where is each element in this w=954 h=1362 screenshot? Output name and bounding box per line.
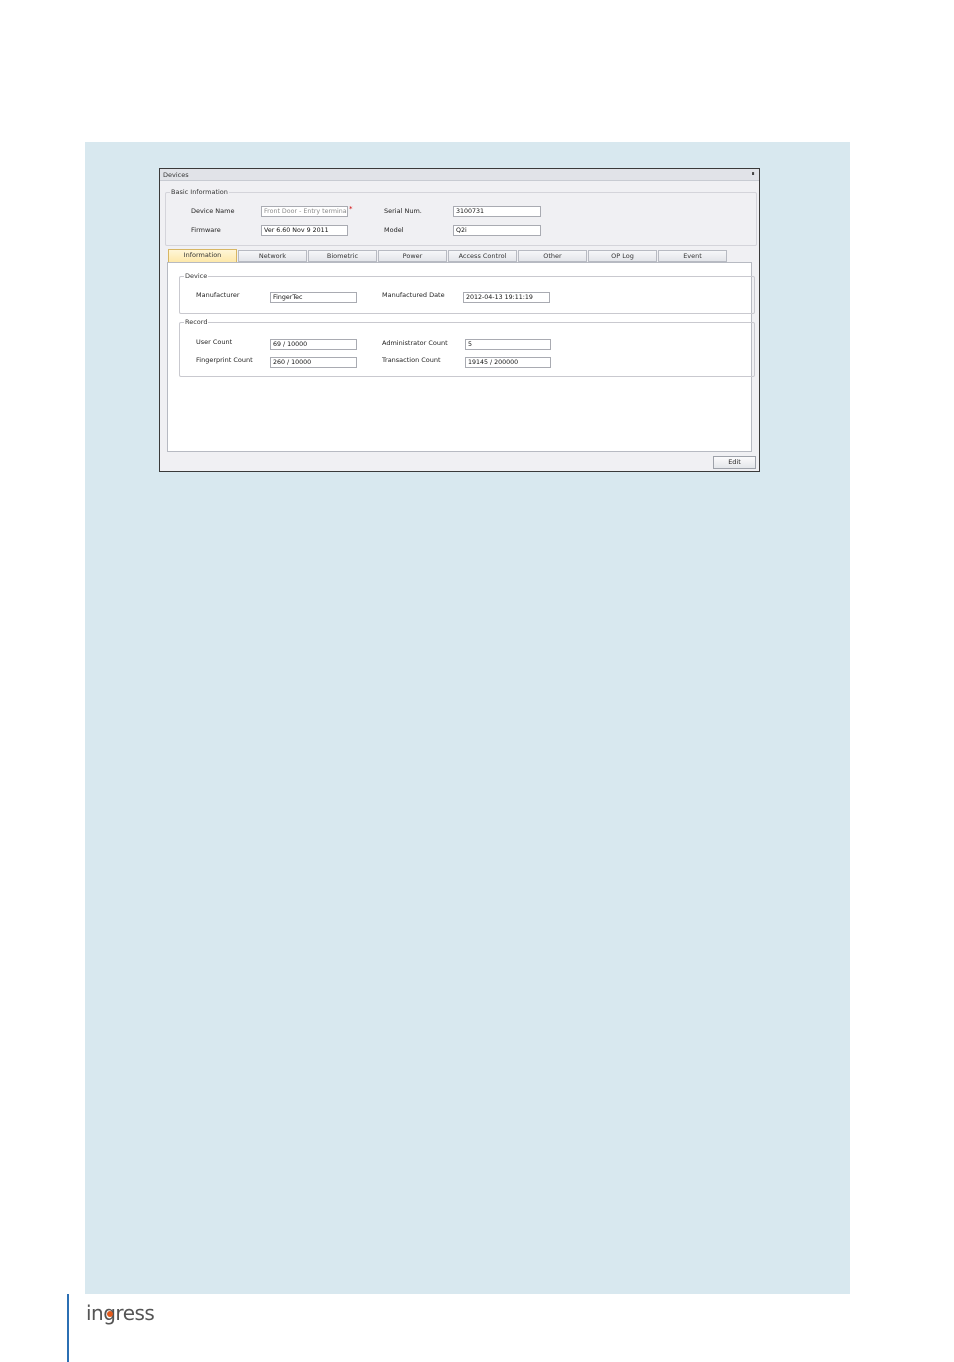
bottom-bar: Edit <box>160 453 759 472</box>
window-title: Devices <box>163 171 189 179</box>
tab-network[interactable]: Network <box>238 250 307 262</box>
ingress-logo: ingress <box>86 1301 155 1325</box>
tab-content-information: Device Manufacturer FingerTec Manufactur… <box>167 262 755 452</box>
firmware-field[interactable]: Ver 6.60 Nov 9 2011 <box>261 225 348 236</box>
device-name-field[interactable]: Front Door - Entry terminal <box>261 206 348 217</box>
administrator-count-label: Administrator Count <box>382 339 448 347</box>
tab-access-control[interactable]: Access Control <box>448 250 517 262</box>
window-titlebar: Devices ∎ <box>160 169 759 181</box>
tab-strip: Information Network Biometric Power Acce… <box>168 249 730 263</box>
manufacturer-label: Manufacturer <box>196 291 240 299</box>
tab-biometric[interactable]: Biometric <box>308 250 377 262</box>
tab-information[interactable]: Information <box>168 249 237 263</box>
manufactured-date-field[interactable]: 2012-04-13 19:11:19 <box>463 292 550 303</box>
firmware-label: Firmware <box>191 226 221 234</box>
device-name-label: Device Name <box>191 207 235 215</box>
required-mark: * <box>349 205 353 213</box>
serial-num-field[interactable]: 3100731 <box>453 206 541 217</box>
transaction-count-label: Transaction Count <box>382 356 441 364</box>
serial-num-label: Serial Num. <box>384 207 422 215</box>
footer-rule <box>67 1294 69 1362</box>
tab-event[interactable]: Event <box>658 250 727 262</box>
device-legend: Device <box>184 272 209 280</box>
pin-icon[interactable]: ∎ <box>751 170 755 177</box>
model-field[interactable]: Q2i <box>453 225 541 236</box>
tab-power[interactable]: Power <box>378 250 447 262</box>
manufacturer-field[interactable]: FingerTec <box>270 292 357 303</box>
fingerprint-count-label: Fingerprint Count <box>196 356 253 364</box>
model-label: Model <box>384 226 404 234</box>
basic-information-legend: Basic Information <box>170 188 229 196</box>
record-legend: Record <box>184 318 209 326</box>
transaction-count-field[interactable]: 19145 / 200000 <box>465 357 551 368</box>
edit-button[interactable]: Edit <box>713 456 756 469</box>
basic-information-group: Basic Information <box>165 188 757 246</box>
tab-op-log[interactable]: OP Log <box>588 250 657 262</box>
tab-other[interactable]: Other <box>518 250 587 262</box>
manufactured-date-label: Manufactured Date <box>382 291 445 299</box>
administrator-count-field[interactable]: 5 <box>465 339 551 350</box>
devices-window: Devices ∎ Basic Information Device Name … <box>159 168 760 472</box>
user-count-field[interactable]: 69 / 10000 <box>270 339 357 350</box>
user-count-label: User Count <box>196 338 233 346</box>
fingerprint-count-field[interactable]: 260 / 10000 <box>270 357 357 368</box>
logo-accent-dot <box>107 1311 113 1317</box>
